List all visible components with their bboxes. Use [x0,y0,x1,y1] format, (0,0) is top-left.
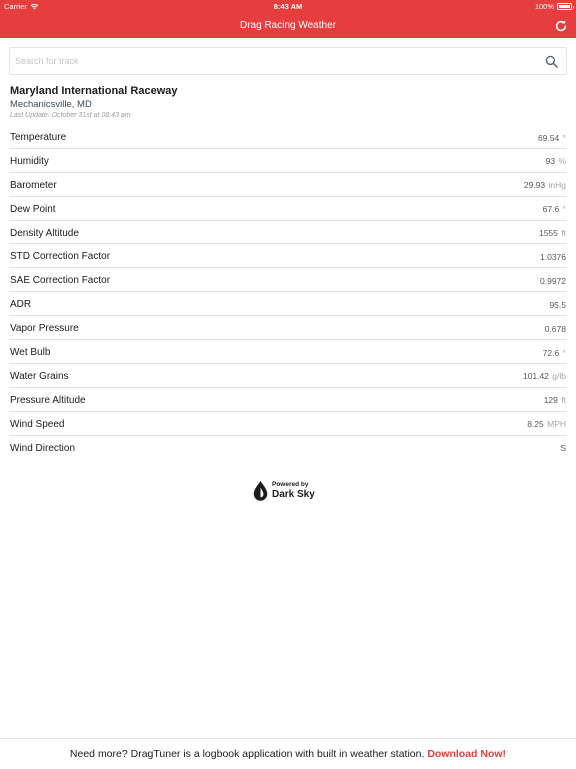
promo-text: Need more? DragTuner is a logbook applic… [69,748,428,760]
weather-unit: MPH [547,419,566,430]
weather-value: 93 % [546,156,566,166]
weather-row: ADR 95.5 [9,292,567,317]
weather-row: Humidity 93 % [9,149,567,173]
weather-value: 72.6 ° [543,348,566,358]
weather-label: Temperature [10,132,67,143]
search-input[interactable] [10,48,530,74]
weather-unit: % [558,156,566,167]
weather-unit: ft [561,228,566,239]
weather-label: Dew Point [10,203,56,215]
weather-number: 67.6 [542,204,560,215]
weather-number: 69.54 [537,132,560,143]
weather-label: Barometer [10,179,57,191]
weather-label: Humidity [10,155,49,167]
weather-list: Temperature 69.54 ° Humidity 93 % Barometer 2… [0,125,576,459]
weather-value: 1.0376 [540,252,566,262]
weather-value: 69.54 ° [538,133,566,143]
weather-number: 29.93 [523,180,546,191]
battery-percent: 100% [534,2,554,11]
weather-row: Temperature 69.54 ° [9,125,567,149]
powered-by-label: Powered by [272,481,309,489]
weather-label: STD Correction Factor [10,251,111,263]
weather-value: 0.678 [545,324,566,334]
weather-row: Wind Speed 8.25 MPH [9,412,567,436]
download-now-link[interactable]: Download Now! [427,748,506,760]
powered-by-text: Powered by Dark Sky [272,482,315,500]
weather-value: S [560,443,566,453]
weather-label: Wind Direction [10,442,76,454]
weather-value: 29.93 inHg [524,180,566,190]
weather-label: Vapor Pressure [10,323,79,335]
track-location: Mechanicsville, MD [10,99,92,110]
page-title: Drag Racing Weather [240,20,336,31]
weather-label: Wet Bulb [10,347,51,359]
weather-number: 72.6 [542,347,560,358]
weather-number: 0.9972 [540,275,566,286]
weather-number: 129 [543,395,558,406]
powered-by-dark-sky[interactable]: Powered by Dark Sky [252,480,315,502]
navigation-bar: Drag Racing Weather [0,14,576,38]
track-name: Maryland International Raceway [10,85,178,97]
weather-number: 1555 [538,228,558,239]
weather-row: Density Altitude 1555 ft [9,221,567,245]
weather-label: ADR [10,299,32,311]
battery-status: 100% [534,2,574,11]
search-icon[interactable] [545,55,558,68]
weather-row: Dew Point 67.6 ° [9,197,567,221]
weather-unit: ft [561,395,566,406]
weather-row: Water Grains 101.42 g/lb [9,364,567,388]
refresh-icon[interactable] [554,19,568,33]
weather-value: 95.5 [549,300,566,310]
weather-label: Water Grains [10,370,69,382]
weather-row: Vapor Pressure 0.678 [9,316,567,341]
weather-unit: ° [562,132,566,143]
dark-sky-label: Dark Sky [272,488,315,500]
weather-row: Barometer 29.93 inHg [9,173,567,197]
weather-number: S [560,443,566,454]
weather-row: Wind Direction S [9,436,567,460]
weather-number: 95.5 [549,299,566,310]
promo-footer: Need more? DragTuner is a logbook applic… [0,738,576,768]
clock: 8:43 AM [273,2,303,11]
weather-label: SAE Correction Factor [10,275,111,287]
weather-number: 101.42 [522,371,549,382]
weather-value: 0.9972 [540,276,566,286]
weather-number: 0.678 [544,323,566,334]
weather-number: 93 [545,156,556,167]
weather-value: 67.6 ° [543,204,566,214]
weather-value: 1555 ft [539,228,566,238]
weather-row: STD Correction Factor 1.0376 [9,244,567,269]
weather-label: Wind Speed [10,418,65,430]
weather-row: Wet Bulb 72.6 ° [9,340,567,364]
weather-number: 8.25 [527,419,544,430]
weather-value: 129 ft [544,395,566,405]
weather-label: Density Altitude [10,227,79,239]
weather-unit: inHg [548,180,566,191]
weather-label: Pressure Altitude [10,394,86,406]
weather-row: SAE Correction Factor 0.9972 [9,268,567,293]
weather-unit: ° [562,204,566,215]
weather-unit: ° [562,347,566,358]
weather-unit: g/lb [552,371,566,382]
dark-sky-logo-icon [253,480,268,501]
weather-row: Pressure Altitude 129 ft [9,388,567,412]
weather-number: 1.0376 [540,251,566,262]
last-update-timestamp: Last Update: October 31st at 08:43 am [10,112,131,119]
search-bar [9,47,567,75]
status-bar: Carrier 8:43 AM 100% [0,0,576,14]
battery-icon [557,3,574,10]
weather-value: 8.25 MPH [527,419,566,429]
weather-value: 101.42 g/lb [523,371,566,381]
